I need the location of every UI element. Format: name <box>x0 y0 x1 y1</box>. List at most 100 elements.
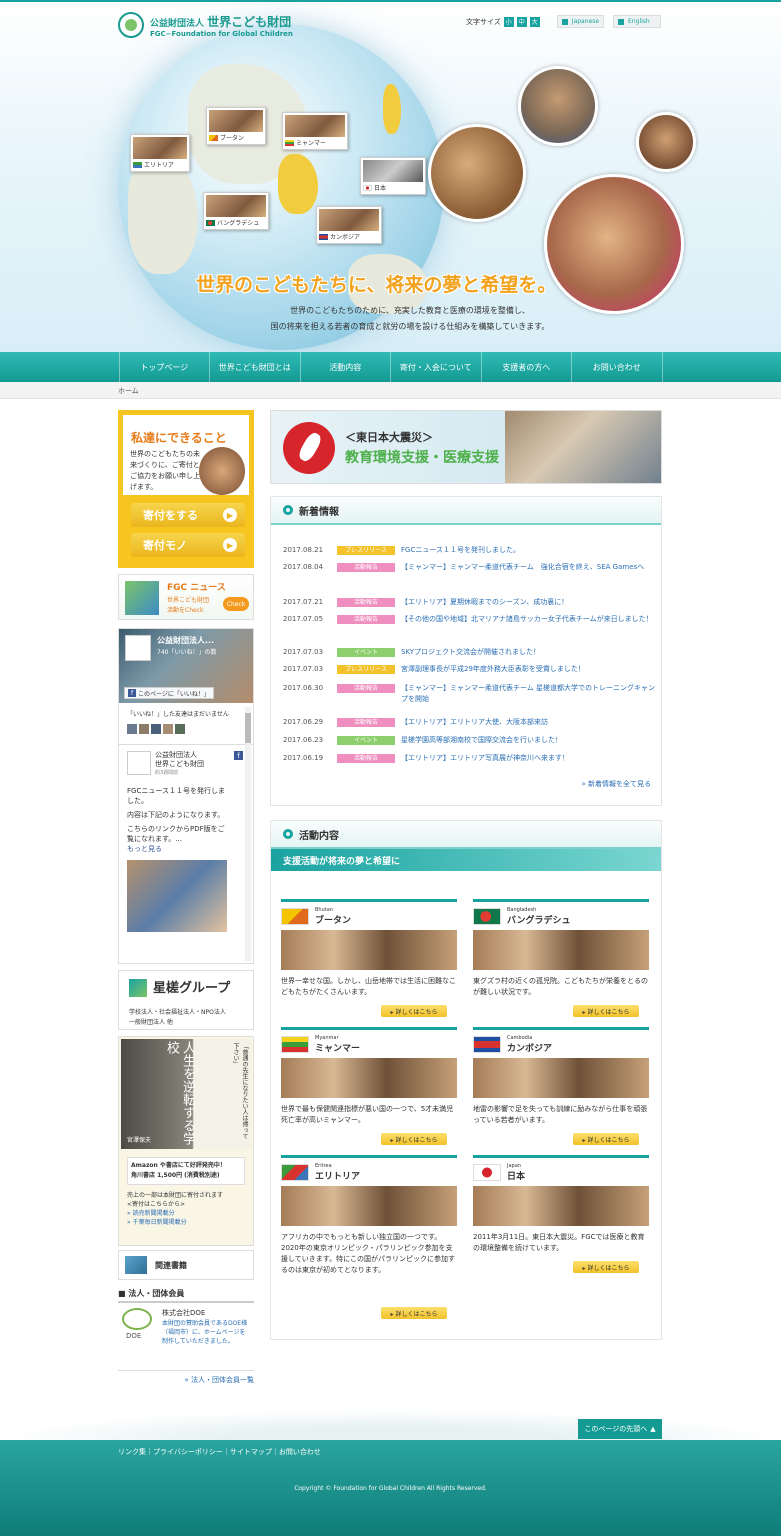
news-title-link[interactable]: 【その他の国や地域】北マリアナ諸島サッカー女子代表チームが来日しました！ <box>401 614 655 625</box>
nav-top[interactable]: トップページ <box>118 352 210 382</box>
lang-japanese-button[interactable]: Japanese <box>556 15 605 28</box>
nav-supporters[interactable]: 支援者の方へ <box>482 352 572 382</box>
related-books-button[interactable]: 関連書籍 <box>118 1250 254 1280</box>
news-title-link[interactable]: SKYプロジェクト交流会が開催されました！ <box>401 647 655 658</box>
donate-goods-button[interactable]: 寄付モノ ▶ <box>131 533 245 557</box>
country-card-bhutan[interactable]: ブータン <box>206 107 266 145</box>
fb-widget-title: 公益財団法人... <box>157 636 215 645</box>
news-date: 2017.06.23 <box>283 736 324 744</box>
yomiuri-link[interactable]: » 読売新聞掲載分 <box>127 1209 223 1218</box>
footer-links[interactable]: リンク集｜プライバシーポリシー｜サイトマップ｜お問い合わせ <box>118 1447 321 1457</box>
banner-line2: 教育環境支援・医療支援 <box>345 450 499 466</box>
news-item[interactable]: 2017.06.23 イベント 星槎学園高等部湘南校で国際交流会を行いました！ <box>283 735 655 746</box>
fb-page-name2[interactable]: 世界こども財団 <box>155 760 204 769</box>
arrow-right-icon: ▶ <box>223 538 237 552</box>
avatar <box>175 724 185 734</box>
fb-post-time: 約3週間前 <box>155 770 179 776</box>
page-top-button[interactable]: このページの先頭へ ▲ <box>578 1419 662 1439</box>
fb-like-page-button[interactable]: f このページに「いいね！」 <box>124 687 214 699</box>
news-item[interactable]: 2017.07.05 活動報告 【その他の国や地域】北マリアナ諸島サッカー女子代表チ… <box>283 614 655 625</box>
facebook-widget: 公益財団法人... 740「いいね！」の数 f このページに「いいね！」 「いいね… <box>118 628 254 964</box>
books-icon <box>125 1256 147 1274</box>
news-title-link[interactable]: 【エリトリア】夏期休暇までのシーズン、成功裏に！ <box>401 597 655 608</box>
news-category-badge: 活動報告 <box>337 598 395 607</box>
news-category-badge: プレスリリース <box>337 546 395 555</box>
fb-post-line3: こちらのリンクからPDF版をご覧になれます。... <box>127 825 225 843</box>
activities-banner: 支援活動が将来の夢と希望に <box>271 849 661 871</box>
activity-detail-button[interactable]: ▸ 詳しくはこちら <box>381 1307 447 1319</box>
news-title-link[interactable]: 【エリトリア】エリトリア写真展が神奈川へ来ます！ <box>401 753 655 764</box>
fb-scrollbar[interactable] <box>245 707 251 961</box>
activity-card-japan: Japan 日本 2011年3月11日。東日本大震災。FGCでは医療と教育の環境整備… <box>473 1155 649 1273</box>
country-card-japan[interactable]: 日本 <box>360 157 426 195</box>
news-item[interactable]: 2017.07.21 活動報告 【エリトリア】夏期休暇までのシーズン、成功裏に！ <box>283 597 655 608</box>
activity-detail-button[interactable]: ▸ 詳しくはこちら <box>381 1133 447 1145</box>
global-nav: トップページ 世界こども財団とは 活動内容 寄付・入会について 支援者の方へ お… <box>0 352 781 382</box>
nav-contact[interactable]: お問い合わせ <box>572 352 663 382</box>
news-item[interactable]: 2017.08.04 活動報告 【ミャンマー】ミャンマー柔道代表チーム 強化合宿を終… <box>283 562 655 573</box>
country-card-bangladesh[interactable]: バングラデシュ <box>203 192 269 230</box>
site-logo[interactable]: 公益財団法人 世界こども財団 FGC−Foundation for Global… <box>118 12 293 38</box>
country-card-eritrea[interactable]: エリトリア <box>130 134 190 172</box>
fb-more-link[interactable]: もっと見る <box>127 844 227 854</box>
font-size-medium-button[interactable]: 中 <box>516 16 527 27</box>
font-size-small-button[interactable]: 小 <box>503 16 514 27</box>
news-item[interactable]: 2017.06.29 活動報告 【エリトリア】エリトリア大使、大阪本部来訪 <box>283 717 655 728</box>
news-title-link[interactable]: 宮澤副理事長が平成29年度外務大臣表彰を受賞しました！ <box>401 664 655 675</box>
members-more-link[interactable]: » 法人・団体会員一覧 <box>118 1370 254 1385</box>
news-title-link[interactable]: 【ミャンマー】ミャンマー柔道代表チーム 星槎道都大学でのトレーニングキャンプを開… <box>401 683 655 705</box>
news-item[interactable]: 2017.07.03 イベント SKYプロジェクト交流会が開催されました！ <box>283 647 655 658</box>
children-photo-2 <box>518 66 598 146</box>
activity-detail-button[interactable]: ▸ 詳しくはこちら <box>573 1261 639 1273</box>
activity-country-jp: ミャンマー <box>315 1043 361 1054</box>
news-more-link[interactable]: » 新着情報を全て見る <box>581 779 651 789</box>
news-item[interactable]: 2017.06.30 活動報告 【ミャンマー】ミャンマー柔道代表チーム 星槎道都大学… <box>283 683 655 705</box>
children-photo-3 <box>636 112 696 172</box>
donate-button[interactable]: 寄付をする ▶ <box>131 503 245 527</box>
news-title-link[interactable]: 【ミャンマー】ミャンマー柔道代表チーム 強化合宿を終え、SEA Gamesへ <box>401 562 655 573</box>
lang-english-button[interactable]: English <box>613 15 662 28</box>
news-thumb <box>125 581 159 615</box>
avatar <box>151 724 161 734</box>
news-title-link[interactable]: FGCニュース１１号を発刊しました。 <box>401 545 655 556</box>
seiryo-group-banner[interactable]: 星槎グループ 学校法人・社会福祉法人・NPO法人 一般財団法人 他 <box>118 970 254 1030</box>
fgc-news-banner[interactable]: FGC ニュース 世界こども財団 活動をCheck Check <box>118 574 254 620</box>
bangladesh-flag-icon <box>473 907 501 925</box>
activity-photo <box>281 1058 457 1098</box>
facebook-icon: f <box>234 751 243 760</box>
news-date: 2017.07.05 <box>283 615 324 623</box>
activity-detail-button[interactable]: ▸ 詳しくはこちら <box>381 1005 447 1017</box>
nav-activities[interactable]: 活動内容 <box>301 352 391 382</box>
banner-line1: ＜東日本大震災＞ <box>345 431 433 444</box>
doe-logo-text: DOE <box>126 1332 142 1340</box>
book-donate-link[interactable]: <寄付はこちらから> <box>127 1200 223 1209</box>
activity-detail-button[interactable]: ▸ 詳しくはこちら <box>573 1133 639 1145</box>
country-card-cambodia[interactable]: カンボジア <box>316 206 382 244</box>
fb-post-avatar <box>127 751 151 775</box>
breadcrumb-home[interactable]: ホーム <box>118 386 139 396</box>
news-title-link[interactable]: 星槎学園高等部湘南校で国際交流会を行いました！ <box>401 735 655 746</box>
font-size-large-button[interactable]: 大 <box>529 16 540 27</box>
news-title-link[interactable]: 【エリトリア】エリトリア大使、大阪本部来訪 <box>401 717 655 728</box>
eritrea-flag-icon <box>281 1163 309 1181</box>
news-item[interactable]: 2017.08.21 プレスリリース FGCニュース１１号を発刊しました。 <box>283 545 655 556</box>
news-item[interactable]: 2017.06.19 活動報告 【エリトリア】エリトリア写真展が神奈川へ来ます！ <box>283 753 655 764</box>
activity-photo <box>473 1186 649 1226</box>
book-note: 売上の一部は本財団に寄付されます <box>127 1192 224 1199</box>
news-item[interactable]: 2017.07.03 プレスリリース 宮澤副理事長が平成29年度外務大臣表彰を受賞し… <box>283 664 655 675</box>
japan-region <box>383 84 401 134</box>
japan-flag-icon <box>473 1163 501 1181</box>
nav-about[interactable]: 世界こども財団とは <box>210 352 301 382</box>
africa-landmass <box>128 154 198 274</box>
earthquake-banner[interactable]: ＜東日本大震災＞ 教育環境支援・医療支援 <box>270 410 662 484</box>
nav-donation[interactable]: 寄付・入会について <box>391 352 482 382</box>
activity-detail-button[interactable]: ▸ 詳しくはこちら <box>573 1005 639 1017</box>
scrollbar-thumb[interactable] <box>245 713 251 743</box>
mainichi-link[interactable]: » 千葉毎日新聞掲載分 <box>127 1218 223 1227</box>
fb-page-name1[interactable]: 公益財団法人 <box>155 751 204 760</box>
member-doe[interactable]: DOE 株式会社DOE 本財団の賛助会員であるDOE様（福岡市）に、ホームページ… <box>118 1306 254 1366</box>
country-card-myanmar[interactable]: ミャンマー <box>282 112 348 150</box>
book-sale-box: Amazon や書店にて好評発売中！ 角川書店 1,500円 (消費税別途) <box>127 1157 245 1185</box>
activity-photo <box>281 930 457 970</box>
can-title: 私達にできること <box>131 431 227 445</box>
